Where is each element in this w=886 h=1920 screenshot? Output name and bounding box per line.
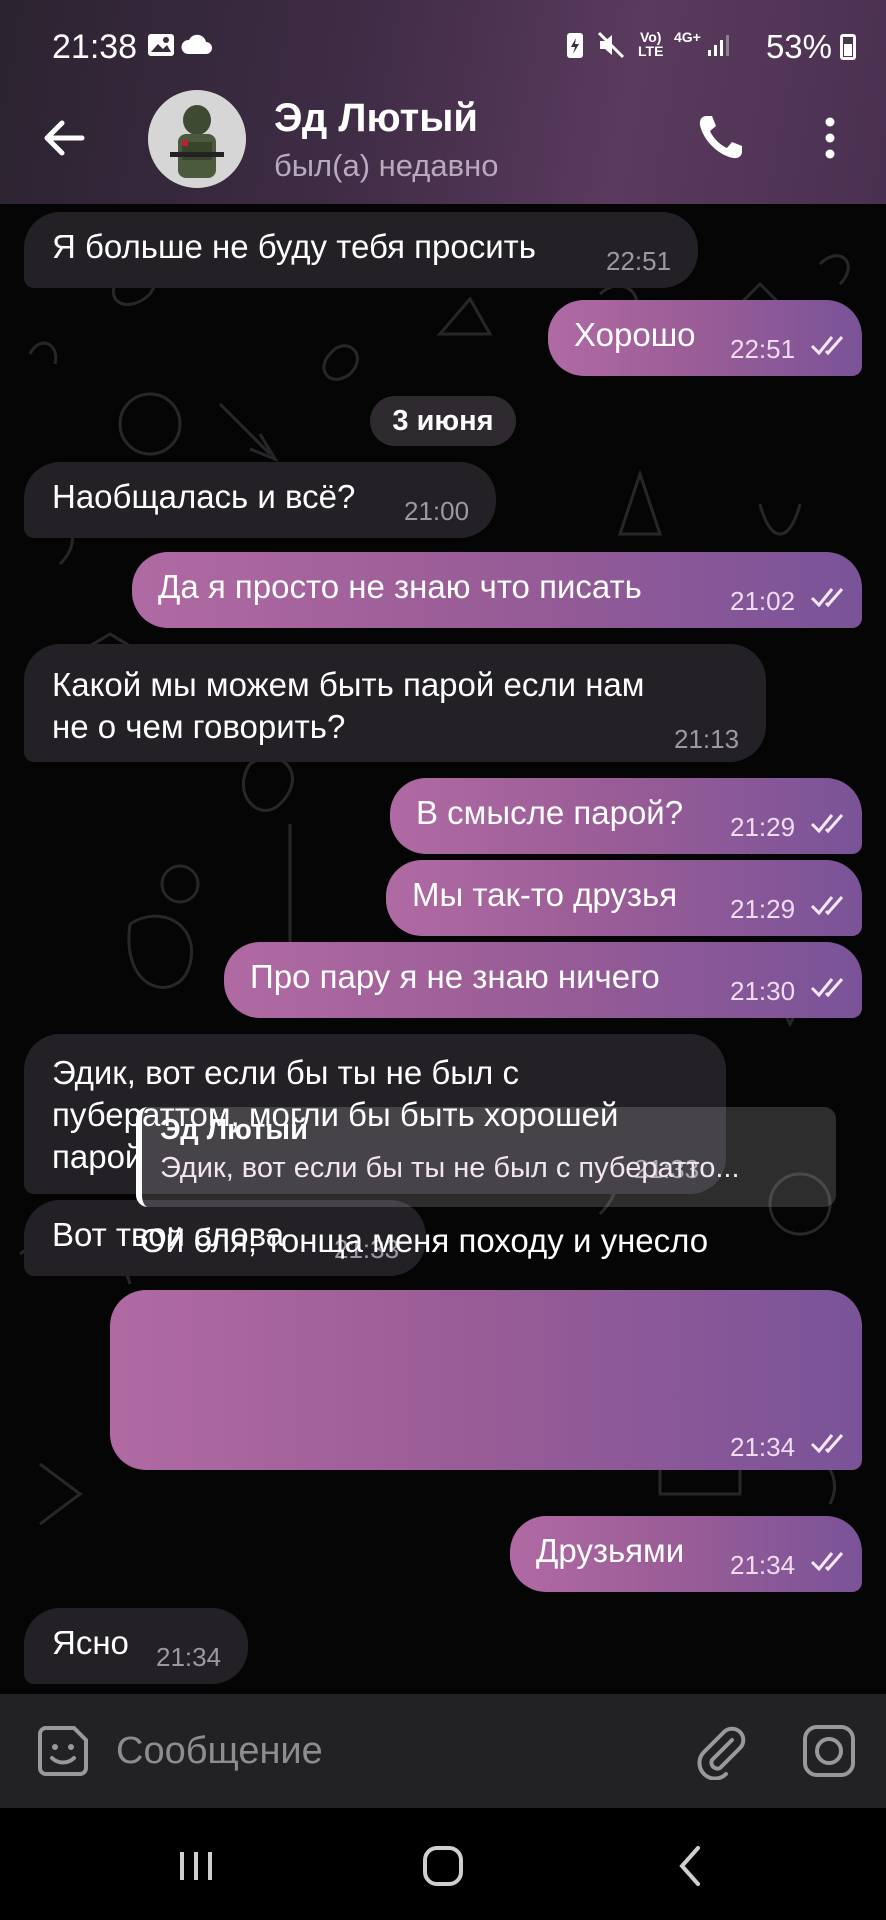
message-input[interactable]	[116, 1720, 636, 1782]
battery-level: 53%	[765, 28, 832, 65]
cloud-icon	[181, 34, 212, 54]
status-bar: 21:38 Vo) LTE 4G+ 53%	[0, 0, 886, 90]
message-text-line: Какой мы можем быть парой если нам	[52, 666, 645, 703]
double-check-icon	[810, 588, 844, 608]
message-incoming[interactable]: Ясно 21:34	[24, 1608, 248, 1684]
contact-avatar[interactable]	[148, 90, 246, 188]
message-text: Я больше не буду тебя просить	[52, 228, 536, 265]
reply-text: Эдик, вот если бы ты не был с пубератто.…	[160, 1152, 740, 1184]
message-time: 21:34	[730, 1550, 796, 1580]
message-text: Ой бля, тонща меня походу и унесло	[140, 1222, 709, 1259]
double-check-icon	[810, 814, 844, 834]
home-icon[interactable]	[413, 1838, 473, 1894]
message-incoming[interactable]: Наобщалась и всё? 21:00	[24, 462, 496, 538]
nav-back-icon[interactable]	[662, 1838, 722, 1894]
message-text: Наобщалась и всё?	[52, 478, 356, 515]
signal-icon	[708, 35, 729, 56]
message-time: 21:30	[730, 976, 796, 1006]
double-check-icon	[810, 1552, 844, 1572]
gallery-icon	[148, 34, 174, 56]
message-outgoing-reply[interactable]: 21:34	[110, 1290, 862, 1470]
phone-icon[interactable]	[694, 112, 746, 164]
message-outgoing[interactable]: Про пару я не знаю ничего 21:30	[224, 942, 862, 1018]
contact-name[interactable]: Эд Лютый	[274, 96, 478, 141]
system-nav-bar	[0, 1808, 886, 1920]
message-time: 21:13	[674, 724, 740, 754]
message-incoming[interactable]: Я больше не буду тебя просить 22:51	[24, 212, 698, 288]
mute-icon	[597, 31, 625, 59]
message-outgoing[interactable]: Да я просто не знаю что писать 21:02	[132, 552, 862, 628]
message-time: 21:34	[156, 1642, 222, 1672]
message-outgoing[interactable]: Мы так-то друзья 21:29	[386, 860, 862, 936]
sticker-icon[interactable]	[34, 1722, 92, 1780]
message-text: Да я просто не знаю что писать	[158, 568, 642, 605]
chat-header: 21:38 Vo) LTE 4G+ 53% Эд Лютый был(а) не…	[0, 0, 886, 204]
recents-icon[interactable]	[166, 1838, 226, 1894]
double-check-icon	[810, 336, 844, 356]
message-incoming[interactable]: Какой мы можем быть парой если нам не о …	[24, 644, 766, 762]
paperclip-icon[interactable]	[692, 1722, 750, 1780]
battery-saver-icon	[567, 33, 583, 58]
message-outgoing[interactable]: В смысле парой? 21:29	[390, 778, 862, 854]
double-check-icon	[810, 978, 844, 998]
message-text: Ясно	[52, 1624, 129, 1661]
message-text: Мы так-то друзья	[412, 876, 678, 913]
message-time: 21:00	[404, 496, 470, 526]
message-time: 21:29	[730, 894, 796, 924]
network-type: 4G+	[674, 29, 701, 45]
camera-icon[interactable]	[800, 1722, 858, 1780]
reply-author: Эд Лютый	[160, 1114, 308, 1146]
battery-icon	[840, 34, 856, 60]
date-divider: 3 июня	[370, 396, 516, 446]
double-check-icon	[810, 896, 844, 916]
message-time: 21:29	[730, 812, 796, 842]
status-time: 21:38	[52, 28, 138, 66]
message-text-line: Эдик, вот если бы ты не был с	[52, 1054, 519, 1091]
composer-bar	[0, 1694, 886, 1808]
message-text: Друзьями	[536, 1532, 685, 1569]
message-list[interactable]: Я больше не буду тебя просить 22:51 Хоро…	[0, 204, 886, 1694]
message-time: 21:34	[730, 1432, 796, 1462]
message-text-line: парой	[52, 1138, 144, 1175]
message-outgoing[interactable]: Хорошо 22:51	[548, 300, 862, 376]
message-text-line: не о чем говорить?	[52, 708, 346, 745]
avatar-image	[148, 90, 246, 188]
contact-status: был(а) недавно	[274, 148, 499, 183]
message-time: 21:02	[730, 586, 796, 616]
message-time: 22:51	[606, 246, 672, 276]
double-check-icon	[810, 1434, 844, 1454]
volte-icon: Vo) LTE	[638, 29, 664, 59]
message-text: Про пару я не знаю ничего	[250, 958, 660, 995]
more-vert-icon[interactable]	[812, 112, 848, 164]
message-text: Хорошо	[574, 316, 696, 353]
message-time: 22:51	[730, 334, 796, 364]
message-text: В смысле парой?	[416, 794, 684, 831]
back-arrow-icon[interactable]	[34, 108, 94, 168]
message-outgoing[interactable]: Друзьями 21:34	[510, 1516, 862, 1592]
